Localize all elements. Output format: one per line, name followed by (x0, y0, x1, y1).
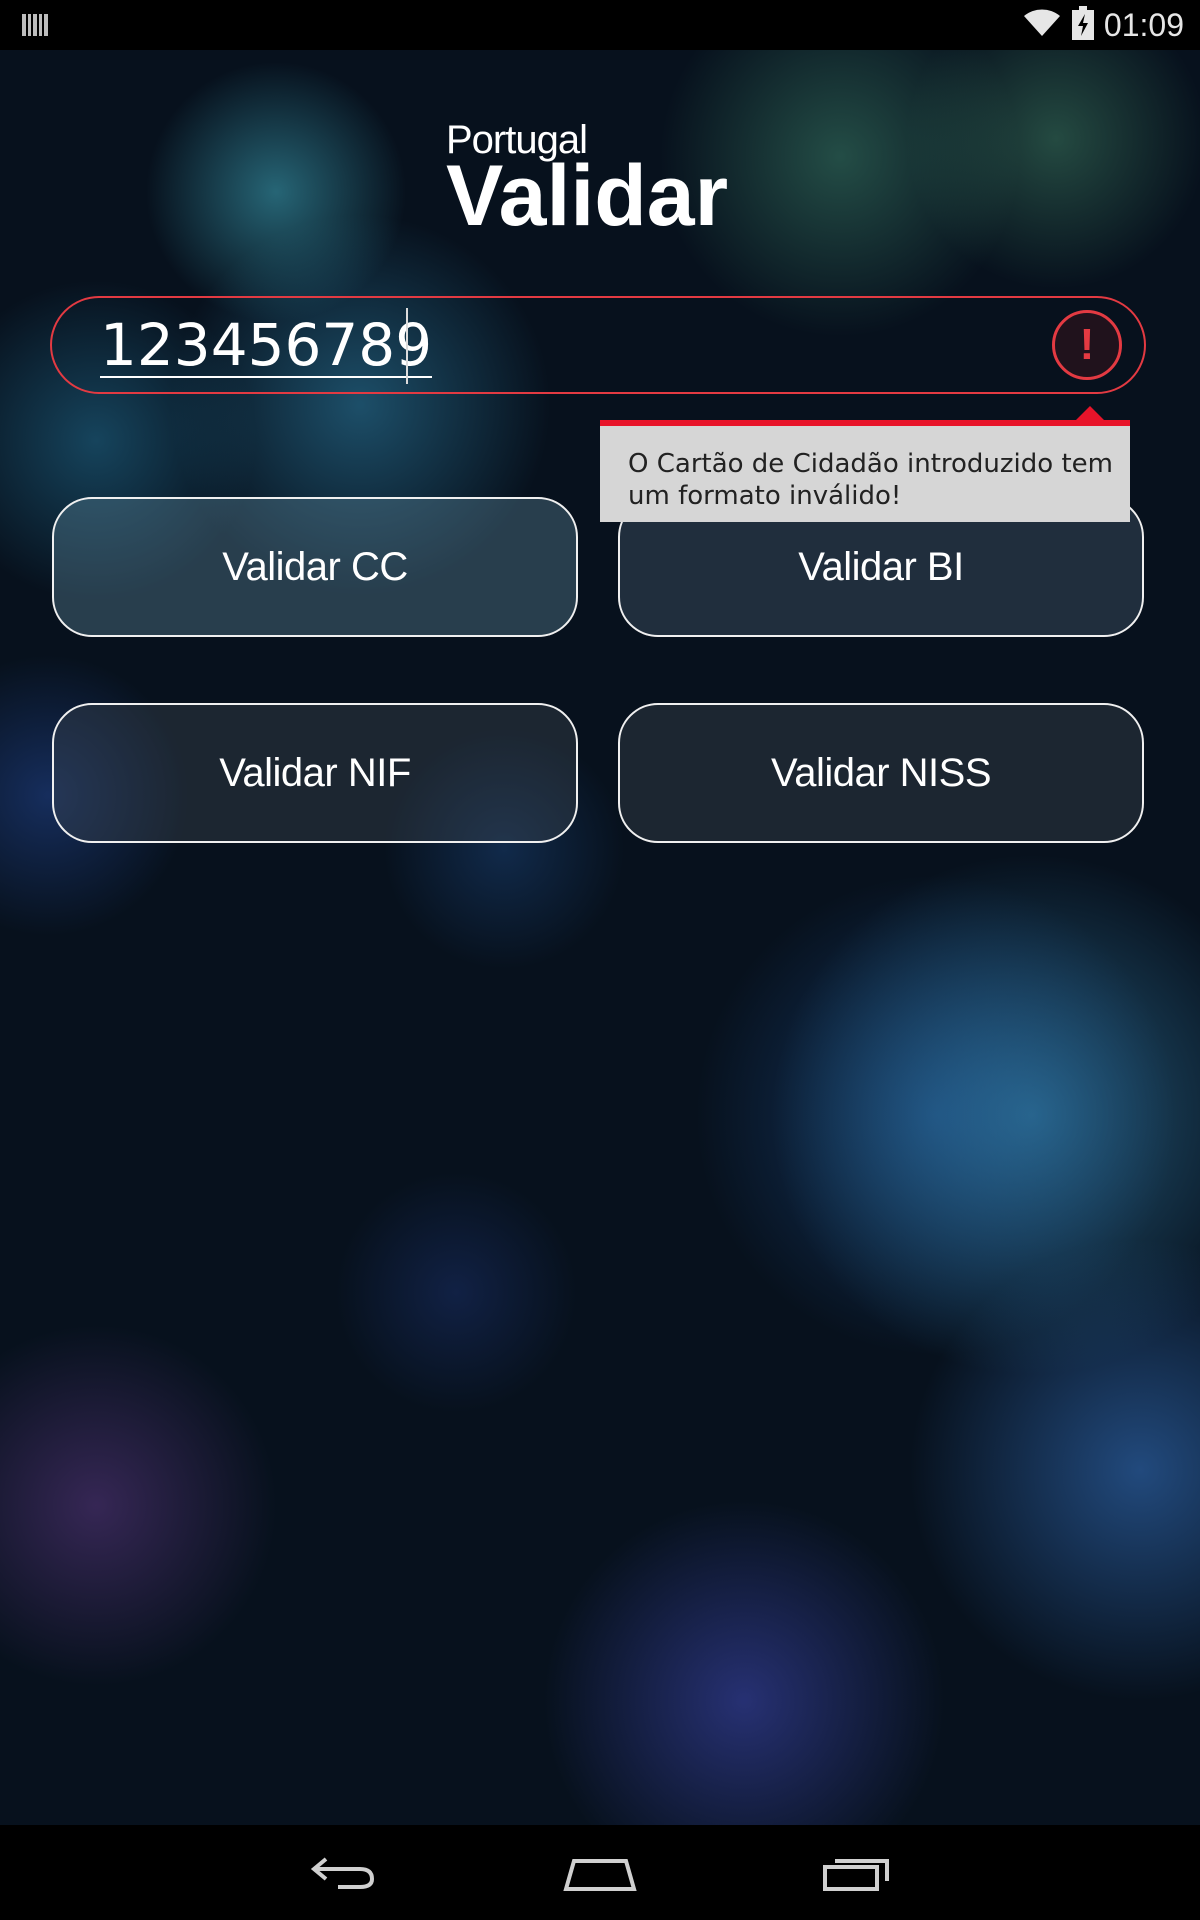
error-icon[interactable]: ! (1052, 310, 1122, 380)
error-message: O Cartão de Cidadão introduzido tem um f… (628, 449, 1113, 511)
status-bar: 01:09 (0, 0, 1200, 50)
tooltip-arrow (1076, 406, 1104, 420)
recent-apps-icon[interactable] (812, 1843, 902, 1903)
validar-niss-button[interactable]: Validar NISS (618, 703, 1144, 843)
app-logo: Portugal Validar (446, 120, 729, 244)
input-value[interactable]: 123456789 (100, 314, 433, 378)
barcode-icon (22, 12, 48, 38)
navigation-bar (0, 1825, 1200, 1920)
document-number-input[interactable]: 123456789 ! (50, 296, 1146, 394)
validar-cc-button[interactable]: Validar CC (52, 497, 578, 637)
status-icons: 01:09 (1022, 4, 1184, 46)
battery-charging-icon (1071, 6, 1094, 44)
wifi-icon (1022, 8, 1062, 42)
logo-title: Validar (446, 148, 729, 244)
error-icon-symbol: ! (1079, 320, 1095, 369)
validar-nif-button[interactable]: Validar NIF (52, 703, 578, 843)
back-icon[interactable] (298, 1843, 388, 1903)
error-tooltip: O Cartão de Cidadão introduzido tem um f… (600, 406, 1130, 522)
text-caret (406, 308, 408, 384)
home-icon[interactable] (555, 1843, 645, 1903)
status-time: 01:09 (1103, 6, 1184, 43)
